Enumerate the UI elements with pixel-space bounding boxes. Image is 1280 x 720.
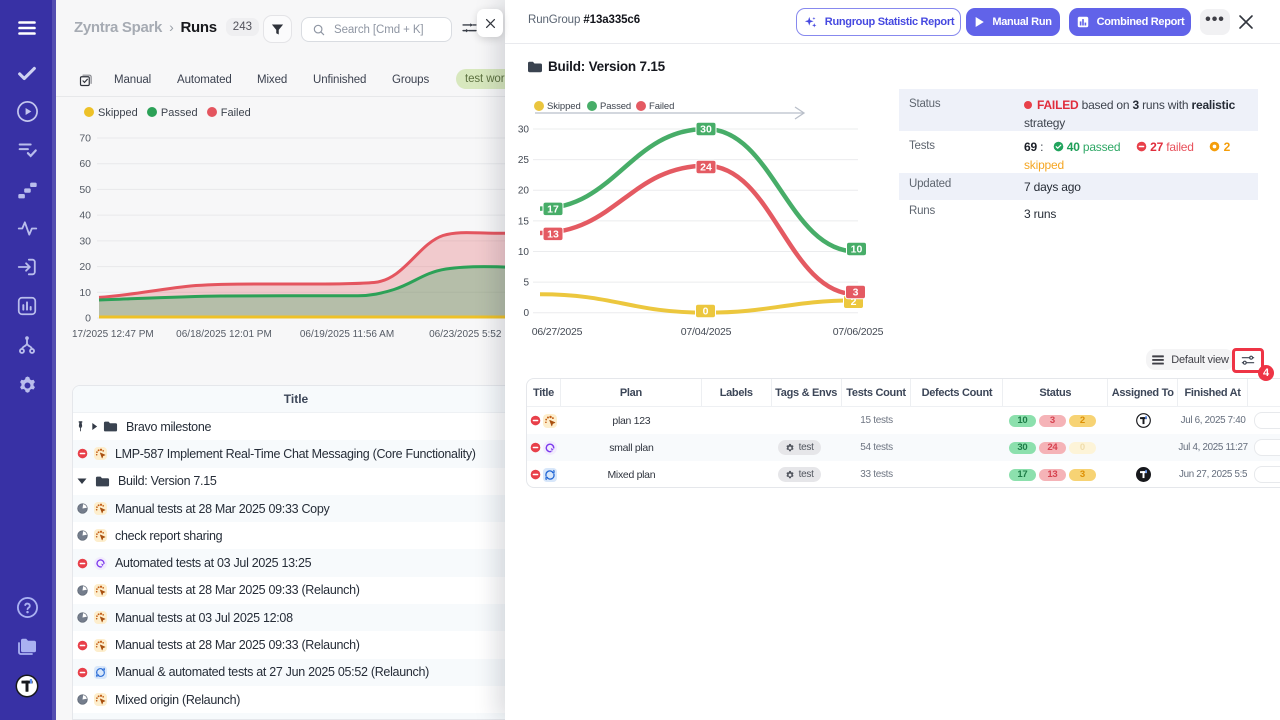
svg-text:20: 20 bbox=[518, 186, 530, 197]
svg-text:5: 5 bbox=[523, 278, 529, 289]
svg-text:17/2025 12:47 PM: 17/2025 12:47 PM bbox=[72, 329, 154, 340]
svg-text:70: 70 bbox=[79, 133, 91, 145]
svg-text:17: 17 bbox=[547, 203, 559, 215]
svg-text:0: 0 bbox=[85, 313, 91, 325]
svg-text:07/04/2025: 07/04/2025 bbox=[681, 326, 732, 338]
svg-text:10: 10 bbox=[518, 247, 530, 258]
svg-text:06/23/2025 5:52 P: 06/23/2025 5:52 P bbox=[429, 329, 511, 340]
svg-text:10: 10 bbox=[851, 243, 863, 255]
svg-text:Skipped: Skipped bbox=[547, 101, 581, 112]
svg-text:Passed: Passed bbox=[600, 101, 631, 112]
svg-text:50: 50 bbox=[79, 184, 91, 196]
svg-text:0: 0 bbox=[523, 308, 529, 319]
svg-text:06/19/2025 11:56 AM: 06/19/2025 11:56 AM bbox=[300, 329, 394, 340]
svg-text:30: 30 bbox=[79, 235, 91, 247]
svg-text:20: 20 bbox=[79, 261, 91, 273]
svg-text:3: 3 bbox=[853, 286, 859, 298]
svg-text:24: 24 bbox=[700, 161, 712, 173]
svg-text:10: 10 bbox=[79, 287, 91, 299]
svg-text:30: 30 bbox=[518, 125, 530, 136]
svg-text:06/18/2025 12:01 PM: 06/18/2025 12:01 PM bbox=[176, 329, 272, 340]
svg-text:Failed: Failed bbox=[649, 101, 674, 112]
svg-text:30: 30 bbox=[700, 123, 712, 135]
svg-text:06/27/2025: 06/27/2025 bbox=[532, 326, 583, 338]
svg-text:25: 25 bbox=[518, 155, 530, 166]
svg-text:0: 0 bbox=[703, 305, 709, 317]
svg-text:60: 60 bbox=[79, 158, 91, 170]
svg-text:15: 15 bbox=[518, 216, 530, 227]
svg-text:13: 13 bbox=[547, 228, 559, 240]
svg-text:40: 40 bbox=[79, 210, 91, 222]
svg-text:07/06/2025: 07/06/2025 bbox=[833, 326, 884, 338]
